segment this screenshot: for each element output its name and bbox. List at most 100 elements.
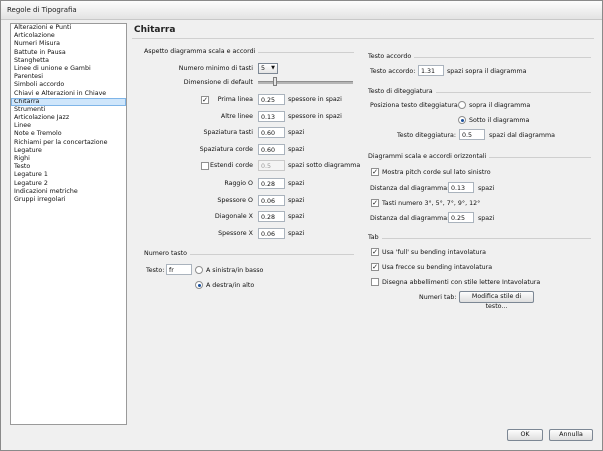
sidebar-item[interactable]: Stanghetta bbox=[11, 57, 126, 65]
thick-o-unit: spazi bbox=[288, 197, 305, 204]
fret-numbers-label: Tasti numero 3°, 5°, 7°, 9°, 12° bbox=[382, 200, 481, 207]
sidebar-item[interactable]: Note e Tremolo bbox=[11, 130, 126, 138]
string-spacing-input[interactable]: 0.60 bbox=[258, 144, 285, 155]
extend-strings-unit: spazi sotto diagramma bbox=[288, 162, 361, 169]
sidebar-item[interactable]: Simboli accordo bbox=[11, 81, 126, 89]
sidebar-item[interactable]: Battute in Pausa bbox=[11, 49, 126, 57]
extend-strings-input[interactable]: 0.5 bbox=[258, 160, 285, 171]
dialog-window: Regole di Tipografia Alterazioni e Punti… bbox=[0, 0, 603, 451]
first-line-unit: spessore in spazi bbox=[288, 96, 342, 103]
sidebar-item[interactable]: Numeri Misura bbox=[11, 40, 126, 48]
left-below-radio[interactable] bbox=[195, 266, 203, 274]
group-border bbox=[368, 238, 591, 239]
fret-numbers-checkbox[interactable]: ✓ bbox=[371, 199, 379, 207]
sidebar-item[interactable]: Articolazione Jazz bbox=[11, 114, 126, 122]
radius-o-unit: spazi bbox=[288, 180, 305, 187]
sidebar-item[interactable]: Richiami per la concertazione bbox=[11, 139, 126, 147]
full-bend-checkbox[interactable]: ✓ bbox=[371, 248, 379, 256]
sidebar-item[interactable]: Linee bbox=[11, 122, 126, 130]
window-title: Regole di Tipografia bbox=[7, 6, 77, 14]
title-bar: Regole di Tipografia bbox=[1, 1, 602, 20]
edit-text-style-button[interactable]: Modifica stile di testo... bbox=[459, 291, 534, 310]
sidebar-item[interactable]: Strumenti bbox=[11, 106, 126, 114]
min-frets-label: Numero minimo di tasti bbox=[178, 65, 253, 72]
category-list[interactable]: Alterazioni e Punti Articolazione Numeri M… bbox=[10, 23, 127, 425]
radius-o-label: Raggio O bbox=[224, 180, 253, 187]
thick-x-input[interactable]: 0.06 bbox=[258, 228, 285, 239]
draw-ornaments-checkbox[interactable] bbox=[371, 278, 379, 286]
left-below-label: A sinistra/in basso bbox=[206, 267, 264, 274]
sidebar-item[interactable]: Testo bbox=[11, 163, 126, 171]
show-pitch-label: Mostra pitch corde sul lato sinistro bbox=[382, 169, 491, 176]
tab-number-text-label: Testo: bbox=[146, 267, 165, 274]
other-lines-unit: spessore in spazi bbox=[288, 113, 342, 120]
fingering-text-label: Testo diteggiatura: bbox=[397, 132, 456, 139]
thick-o-label: Spessore O bbox=[217, 197, 253, 204]
chord-text-unit: spazi sopra il diagramma bbox=[447, 68, 527, 75]
above-diagram-label: sopra il diagramma bbox=[469, 102, 531, 109]
horizontal-title: Diagrammi scala e accordi orizzontali bbox=[368, 153, 490, 160]
first-line-input[interactable]: 0.25 bbox=[258, 94, 285, 105]
sidebar-item[interactable]: Chitarra bbox=[11, 97, 126, 106]
other-lines-label: Altre linee bbox=[220, 113, 253, 120]
sidebar-item[interactable]: Parentesi bbox=[11, 73, 126, 81]
string-spacing-label: Spaziatura corde bbox=[199, 146, 253, 153]
full-bend-label: Usa 'full' su bending intavolatura bbox=[382, 249, 486, 256]
sidebar-item[interactable]: Legature 2 bbox=[11, 180, 126, 188]
diag-x-input[interactable]: 0.28 bbox=[258, 211, 285, 222]
dist1-input[interactable]: 0.13 bbox=[448, 182, 474, 193]
sidebar-item[interactable]: Chiavi e Alterazioni in Chiave bbox=[11, 90, 126, 98]
string-spacing-unit: spazi bbox=[288, 146, 305, 153]
other-lines-input[interactable]: 0.13 bbox=[258, 111, 285, 122]
below-diagram-radio[interactable] bbox=[458, 116, 466, 124]
dist2-input[interactable]: 0.25 bbox=[448, 212, 474, 223]
radius-o-input[interactable]: 0.28 bbox=[258, 178, 285, 189]
diag-x-label: Diagonale X bbox=[214, 213, 253, 220]
arrows-label: Usa frecce su bending intavolatura bbox=[382, 264, 493, 271]
dist1-label: Distanza dal diagramma: bbox=[370, 185, 450, 192]
sidebar-item[interactable]: Righi bbox=[11, 155, 126, 163]
tab-numbers-title: Numero tasto bbox=[144, 250, 190, 257]
diag-x-unit: spazi bbox=[288, 213, 305, 220]
tab-number-text-input[interactable]: fr bbox=[166, 264, 192, 275]
above-diagram-radio[interactable] bbox=[458, 101, 466, 109]
sidebar-item[interactable]: Indicazioni metriche bbox=[11, 188, 126, 196]
fingering-text-input[interactable]: 0.5 bbox=[459, 129, 485, 140]
tab-numbers-label: Numeri tab: bbox=[419, 294, 457, 301]
scale-group-title: Aspetto diagramma scala e accordi bbox=[144, 48, 259, 55]
first-line-label: Prima linea bbox=[217, 96, 253, 103]
fret-spacing-label: Spaziatura tasti bbox=[203, 129, 253, 136]
tab-title: Tab bbox=[368, 234, 382, 241]
fret-spacing-input[interactable]: 0.60 bbox=[258, 127, 285, 138]
dist1-unit: spazi bbox=[478, 185, 495, 192]
ok-button[interactable]: OK bbox=[507, 429, 543, 441]
fret-spacing-unit: spazi bbox=[288, 129, 305, 136]
sidebar-item[interactable]: Linee di unione e Gambi bbox=[11, 65, 126, 73]
default-size-slider[interactable] bbox=[273, 77, 277, 86]
cancel-button[interactable]: Annulla bbox=[549, 429, 593, 441]
min-frets-select[interactable]: 5 ▼ bbox=[258, 63, 278, 74]
chord-text-title: Testo accordo bbox=[368, 53, 415, 60]
sidebar-item[interactable]: Alterazioni e Punti bbox=[11, 24, 126, 32]
show-pitch-checkbox[interactable]: ✓ bbox=[371, 168, 379, 176]
chevron-down-icon: ▼ bbox=[271, 65, 275, 71]
sidebar-item[interactable]: Gruppi irregolari bbox=[11, 196, 126, 204]
sidebar-item[interactable]: Legature 1 bbox=[11, 171, 126, 179]
extend-strings-label: Estendi corde bbox=[209, 162, 253, 169]
sidebar-item[interactable]: Articolazione bbox=[11, 32, 126, 40]
fingering-title: Testo di diteggiatura bbox=[368, 88, 436, 95]
sidebar-item[interactable]: Legature bbox=[11, 147, 126, 155]
thick-o-input[interactable]: 0.06 bbox=[258, 195, 285, 206]
draw-ornaments-label: Disegna abbellimenti con stile lettere I… bbox=[382, 279, 541, 286]
dist2-unit: spazi bbox=[478, 215, 495, 222]
page-title: Chitarra bbox=[134, 25, 176, 35]
dist2-label: Distanza dal diagramma: bbox=[370, 215, 450, 222]
chord-text-label: Testo accordo: bbox=[370, 68, 416, 75]
fingering-text-unit: spazi dal diagramma bbox=[489, 132, 555, 139]
below-diagram-label: Sotto il diagramma bbox=[469, 117, 530, 124]
thick-x-label: Spessore X bbox=[218, 230, 253, 237]
right-above-radio[interactable] bbox=[195, 281, 203, 289]
thick-x-unit: spazi bbox=[288, 230, 305, 237]
arrows-checkbox[interactable]: ✓ bbox=[371, 263, 379, 271]
chord-text-input[interactable]: 1.31 bbox=[418, 65, 444, 76]
